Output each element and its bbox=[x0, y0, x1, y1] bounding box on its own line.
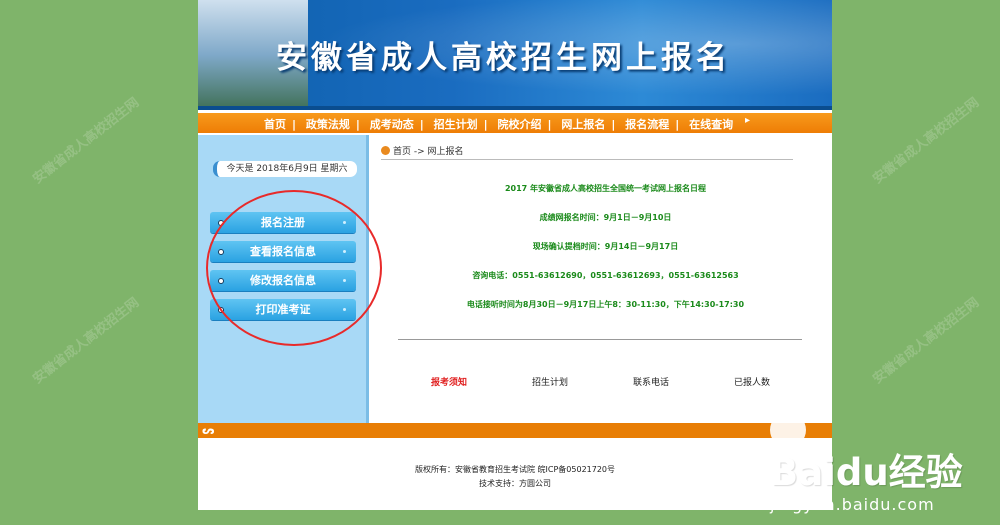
print-admission-ticket-button-label: 打印准考证 bbox=[255, 303, 311, 316]
date-display: 今天是 2018年6月9日 星期六 bbox=[213, 161, 357, 177]
print-admission-ticket-button[interactable]: 打印准考证 bbox=[210, 299, 356, 320]
link-exam-notice[interactable]: 报考须知 bbox=[431, 375, 467, 388]
watermark-brand: Baidu经验 bbox=[770, 451, 963, 494]
site-title: 安徽省成人高校招生网上报名 bbox=[276, 40, 731, 76]
link-registered-count[interactable]: 已报人数 bbox=[734, 375, 770, 388]
watermark-url: jingyan.baidu.com bbox=[770, 495, 935, 514]
nav-item-online-register[interactable]: 网上报名 bbox=[561, 118, 605, 131]
breadcrumb-divider bbox=[381, 159, 793, 160]
baidu-jingyan-watermark: Baidu经验 jingyan.baidu.com bbox=[770, 412, 1000, 525]
footer: 版权所有：安徽省教育招生考试院 皖ICP备05021720号 技术支持：方圆公司 bbox=[198, 463, 832, 491]
breadcrumb-current: 网上报名 bbox=[427, 147, 464, 157]
background-watermark: 安徽省成人高校招生网 bbox=[30, 295, 143, 388]
link-contact-phone[interactable]: 联系电话 bbox=[633, 375, 669, 388]
bullet-icon bbox=[218, 249, 224, 255]
tech-support-text: 技术支持：方圆公司 bbox=[479, 479, 551, 488]
schedule-line: 电话接听时间为8月30日－9月17日上午8：30-11:30，下午14:30-1… bbox=[466, 300, 745, 309]
content-divider bbox=[398, 339, 802, 340]
link-enrollment-plan[interactable]: 招生计划 bbox=[532, 375, 568, 388]
breadcrumb: 首页 -> 网上报名 bbox=[381, 144, 464, 157]
logo-icon: ᔕ bbox=[202, 424, 215, 437]
register-button[interactable]: 报名注册 bbox=[210, 212, 356, 233]
footer-bar: ᔕ bbox=[198, 423, 832, 438]
copyright-text: 版权所有：安徽省教育招生考试院 皖ICP备05021720号 bbox=[414, 465, 616, 474]
schedule-line: 现场确认提档时间：9月14日－9月17日 bbox=[532, 242, 679, 251]
home-icon bbox=[381, 146, 390, 155]
bullet-icon bbox=[218, 220, 224, 226]
schedule-line: 成绩网报名时间：9月1日－9月10日 bbox=[539, 213, 672, 222]
page-container: 安徽省成人高校招生网上报名 首页 | 政策法规 | 成考动态 | 招生计划 | 院校介绍… bbox=[198, 0, 832, 510]
breadcrumb-arrow: -> bbox=[411, 147, 428, 157]
breadcrumb-home[interactable]: 首页 bbox=[393, 147, 411, 157]
nav-item-home[interactable]: 首页 bbox=[264, 118, 286, 131]
bullet-icon bbox=[343, 221, 346, 224]
bullet-icon bbox=[218, 278, 224, 284]
nav-end-icon: ▸ bbox=[744, 115, 750, 126]
nav-item-colleges[interactable]: 院校介绍 bbox=[498, 118, 542, 131]
nav-item-plan[interactable]: 招生计划 bbox=[434, 118, 478, 131]
registration-schedule: 2017 年安徽省成人高校招生全国统一考试网上报名日程 成绩网报名时间：9月1日… bbox=[398, 183, 813, 328]
bullet-icon bbox=[343, 250, 346, 253]
sidebar: 今天是 2018年6月9日 星期六 报名注册 查看报名信息 修改报名信息 打印准… bbox=[198, 135, 369, 423]
register-button-label: 报名注册 bbox=[261, 216, 305, 229]
view-registration-button[interactable]: 查看报名信息 bbox=[210, 241, 356, 262]
bullet-icon bbox=[343, 308, 346, 311]
nav-item-query[interactable]: 在线查询 bbox=[689, 118, 733, 131]
bullet-icon bbox=[218, 307, 224, 313]
nav-item-policy[interactable]: 政策法规 bbox=[306, 118, 350, 131]
background-watermark: 安徽省成人高校招生网 bbox=[870, 295, 983, 388]
background-watermark: 安徽省成人高校招生网 bbox=[30, 95, 143, 188]
schedule-title: 2017 年安徽省成人高校招生全国统一考试网上报名日程 bbox=[504, 184, 707, 193]
view-registration-button-label: 查看报名信息 bbox=[250, 245, 316, 258]
nav-item-process[interactable]: 报名流程 bbox=[625, 118, 669, 131]
schedule-line: 咨询电话：0551-63612690，0551-63612693，0551-63… bbox=[472, 271, 739, 280]
banner-stripe bbox=[198, 106, 832, 110]
edit-registration-button[interactable]: 修改报名信息 bbox=[210, 270, 356, 291]
bullet-icon bbox=[343, 279, 346, 282]
background-watermark: 安徽省成人高校招生网 bbox=[870, 95, 983, 188]
header-banner: 安徽省成人高校招生网上报名 bbox=[198, 0, 832, 110]
top-nav: 首页 | 政策法规 | 成考动态 | 招生计划 | 院校介绍 | 网上报名 | 报名流程 | … bbox=[198, 113, 832, 133]
nav-item-news[interactable]: 成考动态 bbox=[370, 118, 414, 131]
edit-registration-button-label: 修改报名信息 bbox=[250, 274, 316, 287]
